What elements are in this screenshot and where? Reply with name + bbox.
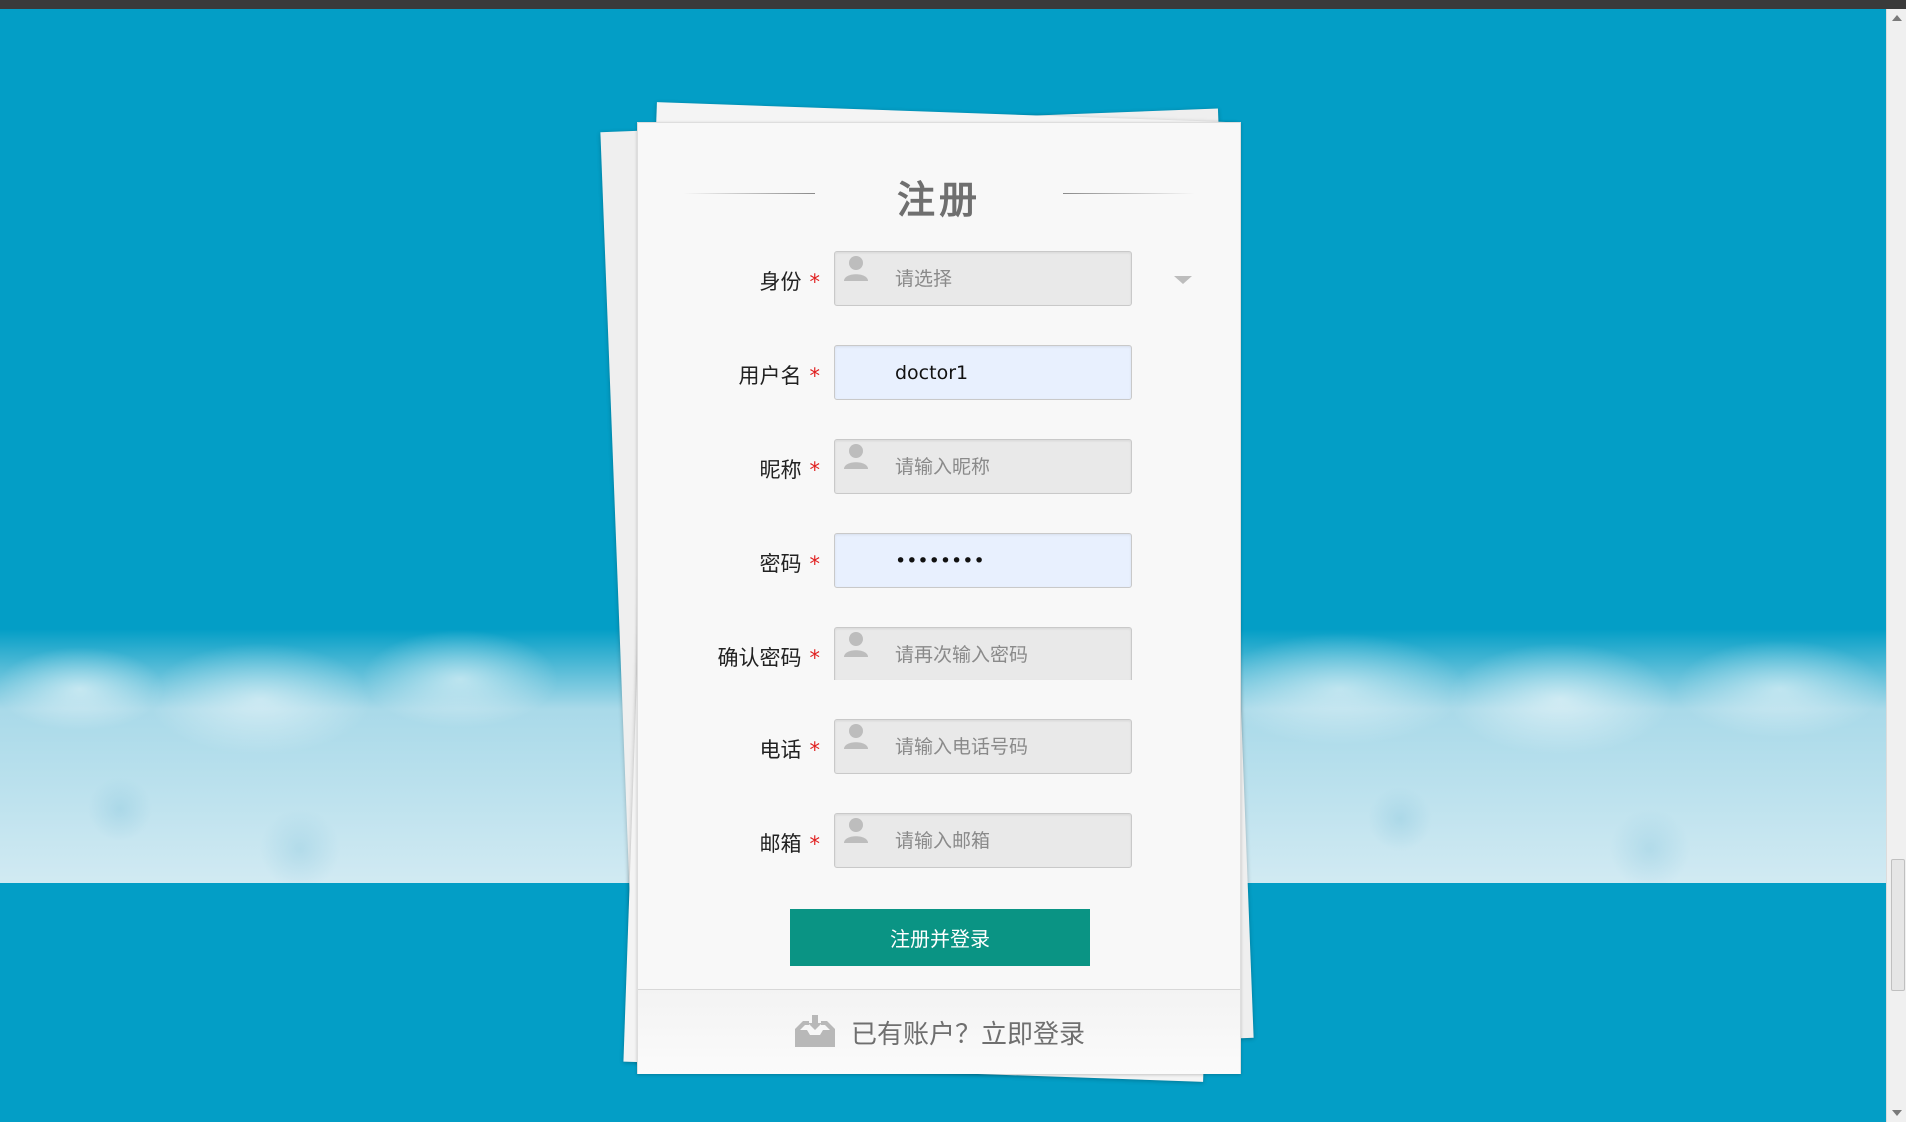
email-label: 邮箱 *	[759, 832, 821, 856]
email-field[interactable]	[834, 813, 1132, 868]
confirm-password-input[interactable]	[895, 628, 1125, 681]
identity-label: 身份 *	[759, 270, 821, 294]
identity-input[interactable]	[895, 252, 1125, 305]
password-input[interactable]	[895, 534, 1125, 587]
user-icon	[844, 818, 868, 843]
password-row: 密码 *	[638, 533, 1240, 590]
user-icon	[844, 444, 868, 469]
confirm-password-label: 确认密码 *	[717, 646, 821, 670]
vertical-scrollbar[interactable]	[1886, 9, 1906, 1122]
user-icon	[844, 632, 868, 657]
username-row: 用户名 *	[638, 345, 1240, 402]
password-field[interactable]	[834, 533, 1132, 588]
user-icon	[844, 256, 868, 281]
login-link-label[interactable]: 已有账户？立即登录	[851, 1014, 1085, 1051]
confirm-password-row: 确认密码 *	[638, 627, 1240, 684]
phone-field[interactable]	[834, 719, 1132, 774]
username-label: 用户名 *	[738, 364, 821, 388]
nickname-field[interactable]	[834, 439, 1132, 494]
password-label: 密码 *	[759, 552, 821, 576]
nickname-row: 昵称 *	[638, 439, 1240, 496]
identity-row: 身份 *	[638, 251, 1240, 308]
nickname-input[interactable]	[895, 440, 1125, 493]
inbox-tray-icon	[794, 1015, 835, 1047]
user-icon	[844, 724, 868, 749]
scroll-thumb[interactable]	[1891, 859, 1905, 991]
phone-label: 电话 *	[759, 738, 821, 762]
page-title: 注册	[896, 178, 981, 222]
scroll-up-icon[interactable]	[1892, 15, 1902, 21]
email-row: 邮箱 *	[638, 813, 1240, 870]
email-input[interactable]	[895, 814, 1125, 867]
nickname-label: 昵称 *	[759, 458, 821, 482]
browser-top-strip	[0, 0, 1906, 9]
phone-row: 电话 *	[638, 719, 1240, 776]
username-field[interactable]	[834, 345, 1132, 400]
confirm-password-field[interactable]	[834, 627, 1132, 681]
phone-input[interactable]	[895, 720, 1125, 773]
card-footer: 已有账户？立即登录	[638, 989, 1240, 1074]
identity-select[interactable]	[834, 251, 1132, 306]
login-link[interactable]: 已有账户？立即登录	[638, 990, 1240, 1074]
register-card: 注册 身份* 用户名* 昵称* 密码*	[637, 122, 1241, 1074]
register-and-login-button[interactable]: 注册并登录	[790, 909, 1090, 966]
chevron-down-icon[interactable]	[1174, 276, 1192, 284]
username-input[interactable]	[895, 346, 1125, 399]
scroll-down-icon[interactable]	[1892, 1110, 1902, 1116]
